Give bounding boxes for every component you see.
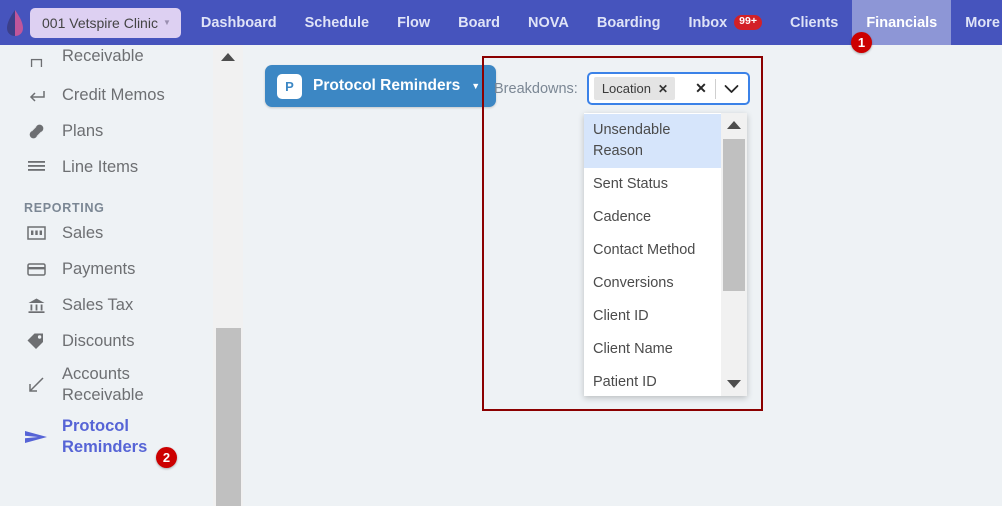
arrow-down-left-icon: [24, 375, 48, 395]
main-content: P Protocol Reminders ▼ Breakdowns: Locat…: [243, 45, 1002, 506]
credit-card-icon: [24, 262, 48, 277]
list-icon: [24, 160, 48, 174]
sidebar-item-receivable[interactable]: Receivable: [0, 45, 213, 67]
dropdown-option-sent-status[interactable]: Sent Status: [584, 168, 721, 201]
dropdown-option-conversions[interactable]: Conversions: [584, 267, 721, 300]
nav-label: More: [965, 15, 1000, 31]
dropdown-option-list: Unsendable Reason Sent Status Cadence Co…: [584, 113, 721, 396]
sidebar-item-plans[interactable]: Plans: [0, 113, 213, 149]
sidebar-item-label: Receivable: [62, 46, 144, 67]
calculator-icon: [24, 225, 48, 241]
scroll-up-arrow-icon[interactable]: [721, 113, 747, 137]
sidebar-item-label: Credit Memos: [62, 85, 165, 106]
dropdown-scrollbar-thumb[interactable]: [723, 139, 745, 291]
receipt-icon: [24, 53, 48, 67]
protocol-chip-icon: P: [277, 74, 302, 99]
annotation-badge-1: 1: [851, 32, 872, 53]
dropdown-option-patient-id[interactable]: Patient ID: [584, 366, 721, 396]
nav-item-schedule[interactable]: Schedule: [291, 0, 383, 45]
scroll-up-arrow-icon[interactable]: [213, 45, 243, 69]
nav-label: Inbox: [689, 15, 728, 31]
dropdown-option-cadence[interactable]: Cadence: [584, 201, 721, 234]
bandage-icon: [24, 122, 48, 141]
nav-item-board[interactable]: Board: [444, 0, 514, 45]
sidebar-item-discounts[interactable]: Discounts: [0, 323, 213, 359]
nav-item-nova[interactable]: NOVA: [514, 0, 583, 45]
protocol-reminders-label: Protocol Reminders: [313, 77, 460, 95]
tag-remove-icon[interactable]: ✕: [658, 82, 668, 96]
protocol-reminders-report-button[interactable]: P Protocol Reminders ▼: [265, 65, 496, 107]
nav-label: Schedule: [305, 15, 369, 31]
breakdowns-tag-location[interactable]: Location ✕: [594, 77, 675, 100]
nav-item-dashboard[interactable]: Dashboard: [187, 0, 291, 45]
sidebar-item-payments[interactable]: Payments: [0, 251, 213, 287]
dropdown-scrollbar[interactable]: [721, 113, 747, 396]
annotation-badge-2: 2: [156, 447, 177, 468]
chevron-down-icon[interactable]: [718, 84, 744, 94]
sidebar-section-reporting: REPORTING: [0, 185, 213, 215]
sidebar-item-accounts-receivable[interactable]: Accounts Receivable: [0, 359, 213, 411]
clinic-selector[interactable]: 001 Vetspire Clinic ▼: [30, 8, 181, 38]
app-root: 001 Vetspire Clinic ▼ Dashboard Schedule…: [0, 0, 1002, 506]
paper-plane-icon: [24, 428, 48, 446]
sidebar-item-label: Protocol Reminders: [62, 416, 167, 457]
nav-label: NOVA: [528, 15, 569, 31]
sidebar-item-label: Line Items: [62, 157, 138, 178]
clinic-selector-label: 001 Vetspire Clinic: [42, 15, 158, 31]
nav-item-flow[interactable]: Flow: [383, 0, 444, 45]
return-arrow-icon: [24, 86, 48, 105]
sidebar-item-label: Sales Tax: [62, 295, 133, 316]
bank-icon: [24, 297, 48, 314]
nav-label: Boarding: [597, 15, 661, 31]
sidebar-item-sales[interactable]: Sales: [0, 215, 213, 251]
nav-label: Financials: [866, 15, 937, 31]
dropdown-option-client-name[interactable]: Client Name: [584, 333, 721, 366]
sidebar-item-line-items[interactable]: Line Items: [0, 149, 213, 185]
dropdown-option-contact-method[interactable]: Contact Method: [584, 234, 721, 267]
vetspire-logo-icon[interactable]: [0, 0, 30, 45]
breakdowns-label: Breakdowns:: [494, 81, 578, 97]
nav-label: Dashboard: [201, 15, 277, 31]
inbox-unread-badge: 99+: [734, 15, 762, 29]
sidebar-item-sales-tax[interactable]: Sales Tax: [0, 287, 213, 323]
nav-items: Dashboard Schedule Flow Board NOVA Board…: [187, 0, 1002, 45]
sidebar-scrollbar[interactable]: [213, 45, 243, 506]
divider: [715, 79, 716, 99]
scroll-down-arrow-icon[interactable]: [721, 372, 747, 396]
tag-icon: [24, 332, 48, 350]
sidebar-item-label: Plans: [62, 121, 103, 142]
dropdown-option-unsendable-reason[interactable]: Unsendable Reason: [584, 114, 721, 168]
breakdowns-control: Breakdowns: Location ✕ ✕: [494, 72, 750, 105]
sidebar-item-label: Accounts Receivable: [62, 364, 167, 405]
chevron-down-icon: ▼: [471, 81, 480, 91]
nav-item-clients[interactable]: Clients: [776, 0, 852, 45]
sidebar-item-credit-memos[interactable]: Credit Memos: [0, 77, 213, 113]
tag-label: Location: [602, 81, 651, 96]
sidebar-scrollbar-thumb[interactable]: [216, 328, 241, 506]
dropdown-option-client-id[interactable]: Client ID: [584, 300, 721, 333]
sidebar: Receivable Credit Memos: [0, 45, 213, 506]
nav-label: Board: [458, 15, 500, 31]
sidebar-item-label: Sales: [62, 223, 103, 244]
clear-all-icon[interactable]: ✕: [689, 80, 713, 97]
sidebar-item-label: Discounts: [62, 331, 134, 352]
breakdowns-dropdown-menu[interactable]: Unsendable Reason Sent Status Cadence Co…: [584, 113, 747, 396]
sidebar-item-label: Payments: [62, 259, 135, 280]
nav-item-boarding[interactable]: Boarding: [583, 0, 675, 45]
nav-label: Clients: [790, 15, 838, 31]
chevron-down-icon: ▼: [163, 18, 171, 27]
sidebar-item-protocol-reminders[interactable]: Protocol Reminders: [0, 411, 213, 463]
breakdowns-multiselect[interactable]: Location ✕ ✕: [587, 72, 750, 105]
nav-item-more[interactable]: More ▼: [951, 0, 1002, 45]
nav-label: Flow: [397, 15, 430, 31]
nav-item-inbox[interactable]: Inbox 99+: [675, 0, 776, 45]
